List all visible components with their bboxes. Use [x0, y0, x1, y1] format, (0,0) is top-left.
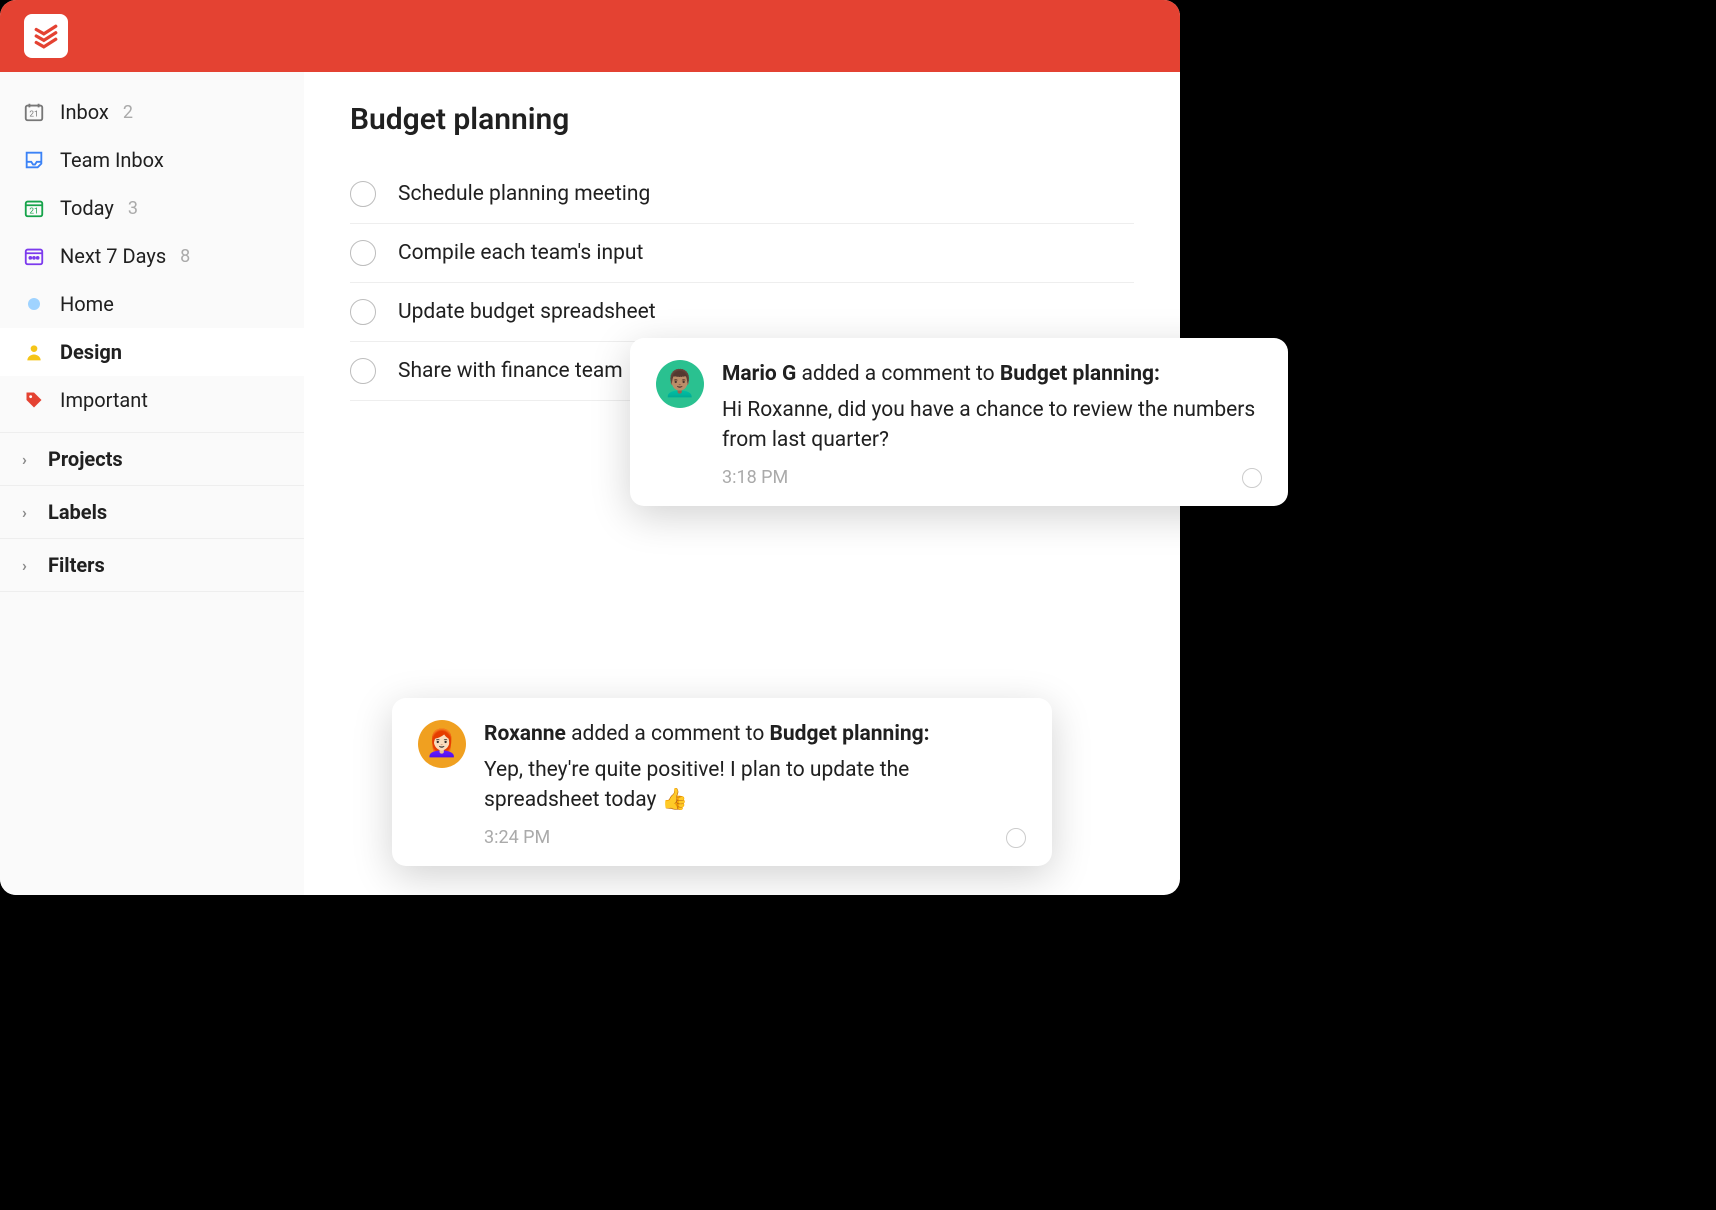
sidebar-item-today[interactable]: 21 Today 3: [0, 184, 304, 232]
notification-headline: Roxanne added a comment to Budget planni…: [484, 720, 1026, 748]
sidebar-item-count: 3: [128, 198, 138, 219]
notification-action: added a comment to: [566, 722, 770, 746]
sidebar-item-count: 2: [123, 102, 133, 123]
person-icon: [22, 340, 46, 364]
task-title: Compile each team's input: [398, 241, 643, 265]
task-title: Update budget spreadsheet: [398, 300, 656, 324]
task-title: Share with finance team: [398, 359, 623, 383]
task-row[interactable]: Schedule planning meeting: [350, 165, 1134, 224]
notification-target: Budget planning:: [770, 722, 930, 746]
sidebar: 21 Inbox 2 Team Inbox 21 Today 3: [0, 72, 304, 895]
calendar-week-icon: [22, 244, 46, 268]
mark-read-button[interactable]: [1006, 828, 1026, 848]
app-logo[interactable]: [24, 14, 68, 58]
sidebar-item-count: 8: [180, 246, 190, 267]
notification-content: Roxanne added a comment to Budget planni…: [484, 720, 1026, 848]
notification-action: added a comment to: [796, 362, 1000, 386]
sidebar-item-label: Design: [60, 340, 122, 364]
sidebar-section-label: Projects: [48, 447, 123, 471]
avatar: 👩🏻‍🦰: [418, 720, 466, 768]
today-icon: 21: [22, 196, 46, 220]
team-inbox-icon: [22, 148, 46, 172]
task-row[interactable]: Update budget spreadsheet: [350, 283, 1134, 342]
avatar-emoji: 👨🏽‍🦱: [664, 369, 696, 399]
notification-author: Roxanne: [484, 722, 566, 746]
sidebar-item-important[interactable]: Important: [0, 376, 304, 424]
sidebar-item-label: Today: [60, 196, 114, 220]
todoist-logo-icon: [33, 23, 59, 49]
sidebar-section-label: Filters: [48, 553, 105, 577]
mark-read-button[interactable]: [1242, 468, 1262, 488]
notification-time: 3:18 PM: [722, 467, 788, 488]
task-checkbox[interactable]: [350, 240, 376, 266]
inbox-icon: 21: [22, 100, 46, 124]
sidebar-section-filters[interactable]: › Filters: [0, 538, 304, 592]
sidebar-item-home[interactable]: Home: [0, 280, 304, 328]
notification-time: 3:24 PM: [484, 827, 550, 848]
sidebar-section-label: Labels: [48, 500, 107, 524]
project-dot-icon: [22, 292, 46, 316]
top-bar: [0, 0, 1180, 72]
sidebar-item-label: Important: [60, 388, 148, 412]
task-checkbox[interactable]: [350, 299, 376, 325]
tag-icon: [22, 388, 46, 412]
chevron-right-icon: ›: [22, 450, 36, 469]
notification-headline: Mario G added a comment to Budget planni…: [722, 360, 1262, 388]
sidebar-item-label: Home: [60, 292, 114, 316]
sidebar-section-projects[interactable]: › Projects: [0, 432, 304, 485]
notification-toast[interactable]: 👩🏻‍🦰 Roxanne added a comment to Budget p…: [392, 698, 1052, 866]
notification-target: Budget planning:: [1000, 362, 1160, 386]
notification-body: Hi Roxanne, did you have a chance to rev…: [722, 396, 1262, 455]
sidebar-item-inbox[interactable]: 21 Inbox 2: [0, 88, 304, 136]
svg-text:21: 21: [29, 110, 38, 120]
task-checkbox[interactable]: [350, 181, 376, 207]
sidebar-section-labels[interactable]: › Labels: [0, 485, 304, 538]
task-checkbox[interactable]: [350, 358, 376, 384]
page-title: Budget planning: [350, 102, 1134, 137]
notification-content: Mario G added a comment to Budget planni…: [722, 360, 1262, 488]
chevron-right-icon: ›: [22, 556, 36, 575]
sidebar-item-label: Next 7 Days: [60, 244, 166, 268]
notification-body: Yep, they're quite positive! I plan to u…: [484, 756, 1026, 815]
sidebar-item-design[interactable]: Design: [0, 328, 304, 376]
notification-author: Mario G: [722, 362, 796, 386]
svg-text:21: 21: [29, 207, 38, 217]
avatar: 👨🏽‍🦱: [656, 360, 704, 408]
sidebar-item-label: Inbox: [60, 100, 109, 124]
chevron-right-icon: ›: [22, 503, 36, 522]
task-row[interactable]: Compile each team's input: [350, 224, 1134, 283]
sidebar-item-team-inbox[interactable]: Team Inbox: [0, 136, 304, 184]
avatar-emoji: 👩🏻‍🦰: [426, 729, 458, 759]
notification-toast[interactable]: 👨🏽‍🦱 Mario G added a comment to Budget p…: [630, 338, 1288, 506]
sidebar-item-next7days[interactable]: Next 7 Days 8: [0, 232, 304, 280]
task-title: Schedule planning meeting: [398, 182, 650, 206]
sidebar-item-label: Team Inbox: [60, 148, 164, 172]
